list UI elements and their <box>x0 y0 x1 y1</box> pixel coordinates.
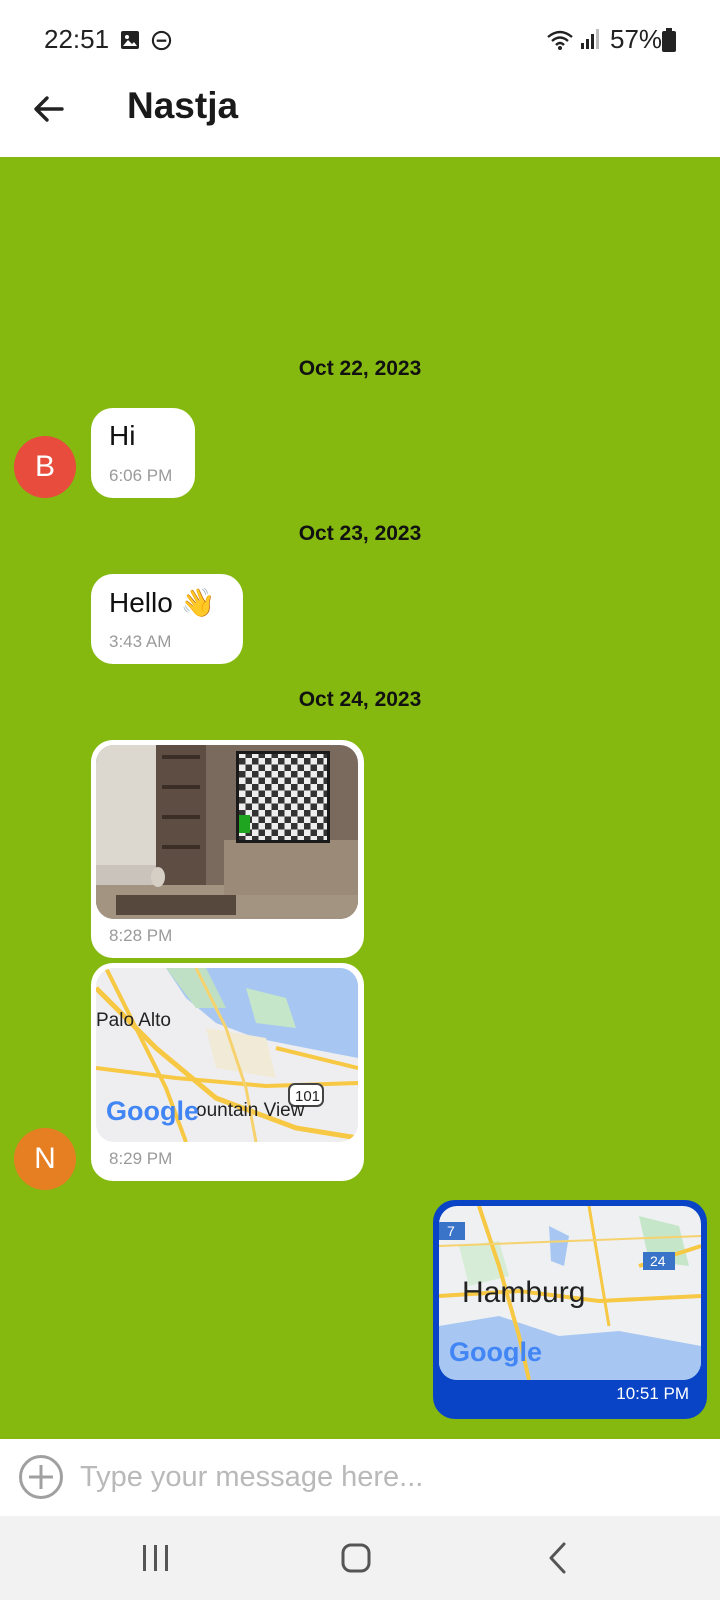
message-time: 8:28 PM <box>109 926 173 945</box>
map-label-road-left: 7 <box>447 1223 455 1239</box>
nav-back-icon[interactable] <box>539 1540 579 1576</box>
image-notification-icon <box>121 31 139 49</box>
status-time: 22:51 <box>44 24 110 54</box>
wifi-icon <box>547 30 573 50</box>
map-preview-palo-alto[interactable]: Palo Alto 101 ountain View Google <box>96 968 358 1142</box>
system-navigation-bar <box>0 1516 720 1600</box>
message-time: 3:43 AM <box>109 632 172 651</box>
message-input[interactable] <box>80 1451 700 1503</box>
date-separator: Oct 22, 2023 <box>298 357 422 380</box>
back-arrow-icon[interactable] <box>28 88 70 130</box>
chat-title: Nastja <box>127 85 239 126</box>
message-text: Hello 👋 <box>109 587 216 618</box>
date-separator: Oct 23, 2023 <box>298 522 422 545</box>
map-label-city: Palo Alto <box>96 1010 171 1031</box>
date-separator: Oct 24, 2023 <box>298 688 422 711</box>
image-message-bubble[interactable]: 8:28 PM <box>91 740 364 958</box>
do-not-disturb-icon <box>151 30 172 51</box>
message-bubble[interactable]: Hi 6:06 PM <box>91 408 195 498</box>
add-attachment-icon[interactable] <box>18 1454 64 1500</box>
chat-area[interactable]: Oct 22, 2023 B Hi 6:06 PM Oct 23, 2023 H… <box>0 157 720 1439</box>
home-icon[interactable] <box>336 1540 376 1576</box>
message-text: Hi <box>109 420 136 451</box>
message-time: 6:06 PM <box>109 466 173 485</box>
message-time: 8:29 PM <box>109 1149 173 1168</box>
google-logo: Google <box>106 1096 199 1126</box>
recent-apps-icon[interactable] <box>136 1540 176 1576</box>
outgoing-map-message-bubble[interactable]: 7 24 Hamburg Google 10:51 PM <box>433 1200 707 1419</box>
message-input-bar <box>0 1439 720 1516</box>
battery-icon <box>662 28 676 52</box>
signal-icon <box>581 29 599 49</box>
message-bubble[interactable]: Hello 👋 3:43 AM <box>91 574 243 664</box>
map-preview-hamburg[interactable]: 7 24 Hamburg Google <box>439 1206 701 1380</box>
avatar[interactable]: B <box>14 436 76 498</box>
map-message-bubble[interactable]: Palo Alto 101 ountain View Google 8:29 P… <box>91 963 364 1181</box>
battery-percentage: 57% <box>610 24 663 54</box>
app-bar: Nastja <box>0 80 720 156</box>
status-bar: 22:51 57% <box>0 0 720 80</box>
message-time: 10:51 PM <box>616 1384 689 1403</box>
map-label-road-right: 24 <box>650 1253 666 1269</box>
map-label-city: Hamburg <box>462 1276 585 1309</box>
google-logo: Google <box>449 1337 542 1367</box>
room-tv-image[interactable] <box>96 745 358 919</box>
map-label-place: ountain View <box>196 1100 305 1121</box>
avatar[interactable]: N <box>14 1128 76 1190</box>
